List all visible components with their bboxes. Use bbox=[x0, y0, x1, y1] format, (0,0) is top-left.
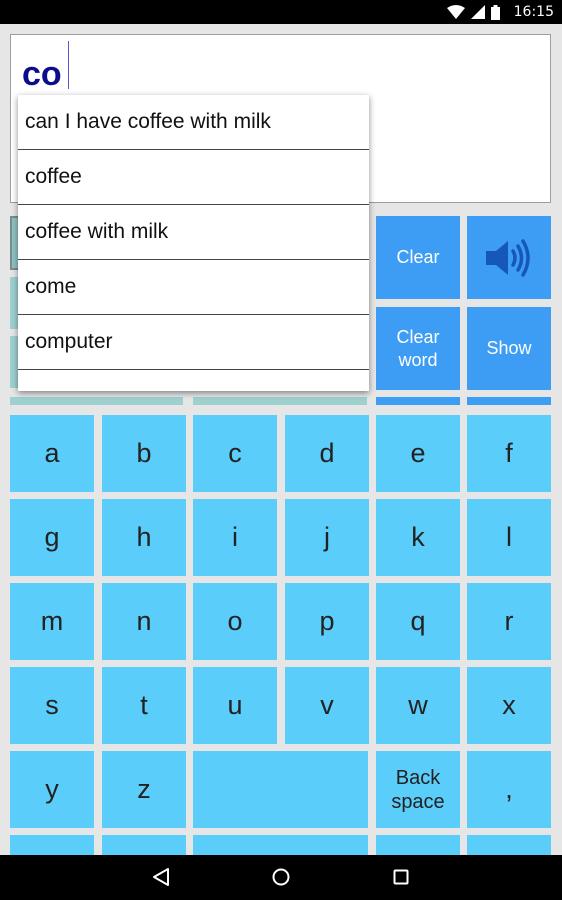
clear-button[interactable]: Clear bbox=[376, 216, 460, 299]
key-u[interactable]: u bbox=[193, 667, 277, 744]
suggestion-item[interactable]: computer bbox=[18, 315, 369, 370]
clear-word-label-line1: Clear bbox=[396, 326, 440, 347]
key-c[interactable]: c bbox=[193, 415, 277, 492]
wifi-icon bbox=[447, 5, 465, 19]
text-cursor bbox=[68, 41, 69, 89]
key-label: n bbox=[136, 606, 152, 636]
status-bar: 16:15 bbox=[0, 0, 562, 24]
key-e[interactable]: e bbox=[376, 415, 460, 492]
suggestion-item[interactable]: coffee with milk bbox=[18, 205, 369, 260]
key-o[interactable]: o bbox=[193, 583, 277, 660]
key-label: i bbox=[232, 522, 238, 552]
key-label: l bbox=[506, 522, 512, 552]
status-time: 16:15 bbox=[513, 4, 554, 20]
show-button[interactable]: Show bbox=[467, 307, 551, 390]
clear-word-button[interactable]: Clear word bbox=[376, 307, 460, 390]
show-button-label: Show bbox=[486, 338, 532, 358]
suggestion-item[interactable]: come bbox=[18, 260, 369, 315]
speak-button[interactable] bbox=[467, 216, 551, 299]
key-label: , bbox=[505, 774, 513, 804]
typed-text: co bbox=[22, 55, 62, 93]
action-button-partial[interactable] bbox=[467, 397, 551, 405]
key-partial[interactable] bbox=[10, 835, 94, 855]
key-k[interactable]: k bbox=[376, 499, 460, 576]
key-partial[interactable] bbox=[467, 835, 551, 855]
suggestion-item[interactable]: coffee bbox=[18, 150, 369, 205]
suggestion-cell[interactable] bbox=[10, 397, 183, 405]
key-x[interactable]: x bbox=[467, 667, 551, 744]
suggestion-item-partial[interactable] bbox=[18, 370, 369, 391]
recents-icon[interactable] bbox=[391, 867, 411, 887]
key-label: x bbox=[502, 690, 516, 720]
key-y[interactable]: y bbox=[10, 751, 94, 828]
key-i[interactable]: i bbox=[193, 499, 277, 576]
key-label: r bbox=[504, 606, 514, 636]
backspace-label-line2: space bbox=[391, 790, 445, 813]
backspace-key[interactable]: Back space bbox=[376, 751, 460, 828]
key-label: p bbox=[319, 606, 335, 636]
key-label: k bbox=[411, 522, 425, 552]
key-label: w bbox=[408, 690, 428, 720]
key-comma[interactable]: , bbox=[467, 751, 551, 828]
key-label: g bbox=[44, 522, 60, 552]
key-partial[interactable] bbox=[376, 835, 460, 855]
key-label: d bbox=[319, 438, 335, 468]
key-label: u bbox=[227, 690, 243, 720]
status-icons bbox=[447, 4, 500, 20]
suggestion-item[interactable]: can I have coffee with milk bbox=[18, 95, 369, 150]
key-d[interactable]: d bbox=[285, 415, 369, 492]
key-h[interactable]: h bbox=[102, 499, 186, 576]
back-icon[interactable] bbox=[151, 867, 171, 887]
key-t[interactable]: t bbox=[102, 667, 186, 744]
key-label: t bbox=[140, 690, 148, 720]
key-f[interactable]: f bbox=[467, 415, 551, 492]
clear-button-label: Clear bbox=[396, 247, 440, 267]
key-label: h bbox=[136, 522, 152, 552]
key-label: q bbox=[410, 606, 426, 636]
key-partial[interactable] bbox=[102, 835, 186, 855]
key-label: j bbox=[324, 522, 330, 552]
key-label: z bbox=[137, 774, 151, 804]
backspace-label-line1: Back bbox=[395, 766, 441, 789]
key-a[interactable]: a bbox=[10, 415, 94, 492]
key-label: b bbox=[136, 438, 152, 468]
space-key[interactable] bbox=[193, 751, 368, 828]
key-r[interactable]: r bbox=[467, 583, 551, 660]
cell-signal-icon bbox=[471, 5, 485, 19]
key-v[interactable]: v bbox=[285, 667, 369, 744]
key-n[interactable]: n bbox=[102, 583, 186, 660]
home-icon[interactable] bbox=[271, 867, 291, 887]
suggestion-cell[interactable] bbox=[193, 397, 367, 405]
key-s[interactable]: s bbox=[10, 667, 94, 744]
key-label: v bbox=[320, 690, 334, 720]
key-j[interactable]: j bbox=[285, 499, 369, 576]
action-button-partial[interactable] bbox=[376, 397, 460, 405]
battery-icon bbox=[491, 4, 500, 20]
key-w[interactable]: w bbox=[376, 667, 460, 744]
key-label: a bbox=[44, 438, 60, 468]
key-label: e bbox=[410, 438, 426, 468]
key-label: y bbox=[45, 774, 59, 804]
key-label: s bbox=[45, 690, 59, 720]
key-q[interactable]: q bbox=[376, 583, 460, 660]
clear-word-label-line2: word bbox=[398, 349, 438, 370]
key-g[interactable]: g bbox=[10, 499, 94, 576]
key-partial[interactable] bbox=[193, 835, 368, 855]
navigation-bar bbox=[0, 855, 562, 900]
key-label: f bbox=[505, 438, 513, 468]
key-label: c bbox=[228, 438, 242, 468]
key-label: o bbox=[227, 606, 243, 636]
speaker-icon bbox=[486, 238, 530, 277]
key-label: m bbox=[40, 606, 64, 636]
key-b[interactable]: b bbox=[102, 415, 186, 492]
key-m[interactable]: m bbox=[10, 583, 94, 660]
autocomplete-dropdown: can I have coffee with milk coffee coffe… bbox=[18, 95, 369, 391]
key-z[interactable]: z bbox=[102, 751, 186, 828]
key-p[interactable]: p bbox=[285, 583, 369, 660]
key-l[interactable]: l bbox=[467, 499, 551, 576]
